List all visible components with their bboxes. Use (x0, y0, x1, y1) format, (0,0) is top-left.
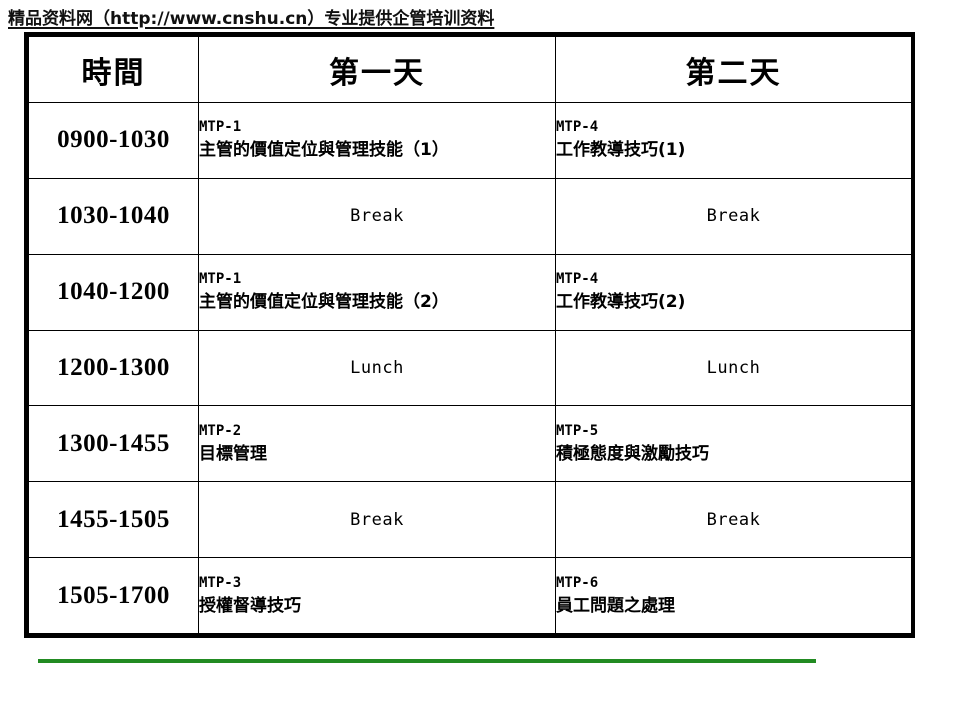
session-cell-day-one: MTP-3 授權督導技巧 (198, 557, 556, 634)
session-title: 目標管理 (199, 443, 267, 464)
footer-green-rule (38, 659, 816, 663)
table-row: 1300-1455 MTP-2 目標管理 MTP-5 積極態度與激勵技巧 (28, 405, 912, 483)
break-cell-day-two: Lunch (555, 329, 912, 407)
column-header-time: 時間 (28, 36, 199, 103)
table-row: 1040-1200 MTP-1 主管的價值定位與管理技能（2） MTP-4 工作… (28, 253, 912, 331)
break-cell-day-one: Lunch (198, 329, 556, 407)
schedule-table-container: 時間 第一天 第二天 0900-1030 MTP-1 主管的價值定位與管理技能（… (24, 32, 915, 638)
time-slot: 1455-1505 (28, 481, 199, 559)
session-title: 工作教導技巧(2) (556, 292, 686, 313)
session-code: MTP-4 (556, 271, 599, 288)
session-title: 主管的價值定位與管理技能（1） (199, 140, 449, 161)
session-code: MTP-3 (199, 574, 242, 591)
session-cell-day-two: MTP-6 員工問題之處理 (555, 557, 912, 634)
time-slot: 1200-1300 (28, 329, 199, 407)
time-slot: 1040-1200 (28, 253, 199, 331)
table-row: 0900-1030 MTP-1 主管的價值定位與管理技能（1） MTP-4 工作… (28, 102, 912, 179)
session-title: 積極態度與激勵技巧 (556, 443, 709, 464)
column-header-day-one: 第一天 (198, 36, 556, 103)
session-title: 主管的價值定位與管理技能（2） (199, 292, 449, 313)
session-code: MTP-1 (199, 119, 242, 136)
session-cell-day-two: MTP-4 工作教導技巧(1) (555, 102, 912, 179)
break-cell-day-one: Break (198, 177, 556, 255)
session-code: MTP-5 (556, 422, 599, 439)
session-cell-day-two: MTP-5 積極態度與激勵技巧 (555, 405, 912, 483)
break-cell-day-two: Break (555, 481, 912, 559)
table-row: 1200-1300 Lunch Lunch (28, 329, 912, 407)
session-title: 授權督導技巧 (199, 595, 301, 616)
session-cell-day-one: MTP-2 目標管理 (198, 405, 556, 483)
session-code: MTP-2 (199, 422, 242, 439)
table-header-row: 時間 第一天 第二天 (28, 36, 912, 103)
table-row: 1455-1505 Break Break (28, 481, 912, 559)
break-cell-day-two: Break (555, 177, 912, 255)
column-header-day-two: 第二天 (555, 36, 912, 103)
session-code: MTP-4 (556, 119, 599, 136)
session-code: MTP-1 (199, 271, 242, 288)
session-code: MTP-6 (556, 574, 599, 591)
break-cell-day-one: Break (198, 481, 556, 559)
schedule-body: 0900-1030 MTP-1 主管的價值定位與管理技能（1） MTP-4 工作… (28, 102, 912, 634)
time-slot: 1300-1455 (28, 405, 199, 483)
time-slot: 0900-1030 (28, 102, 199, 179)
session-cell-day-two: MTP-4 工作教導技巧(2) (555, 253, 912, 331)
site-watermark-banner: 精品资料网（http://www.cnshu.cn）专业提供企管培训资料 (8, 9, 495, 29)
time-slot: 1030-1040 (28, 177, 199, 255)
time-slot: 1505-1700 (28, 557, 199, 634)
session-cell-day-one: MTP-1 主管的價值定位與管理技能（2） (198, 253, 556, 331)
training-schedule-table: 時間 第一天 第二天 0900-1030 MTP-1 主管的價值定位與管理技能（… (28, 36, 912, 634)
table-row: 1505-1700 MTP-3 授權督導技巧 MTP-6 員工問題之處理 (28, 557, 912, 634)
table-row: 1030-1040 Break Break (28, 177, 912, 255)
session-title: 員工問題之處理 (556, 595, 675, 616)
session-cell-day-one: MTP-1 主管的價值定位與管理技能（1） (198, 102, 556, 179)
session-title: 工作教導技巧(1) (556, 140, 686, 161)
